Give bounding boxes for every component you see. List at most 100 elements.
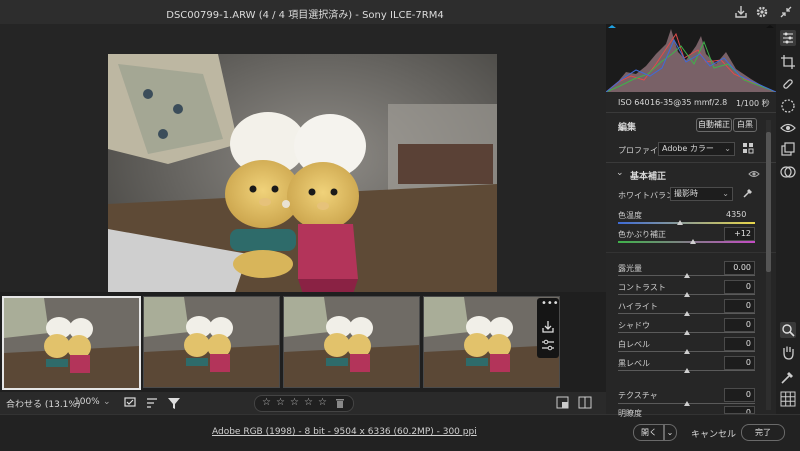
presets-icon[interactable] <box>780 164 796 180</box>
tint-slider[interactable] <box>618 241 755 243</box>
sort-icon[interactable] <box>146 396 160 410</box>
tone-slider-value[interactable]: 0 <box>724 318 755 332</box>
profile-browser-icon[interactable] <box>742 142 754 154</box>
sync-icon[interactable] <box>541 338 555 352</box>
star-1[interactable]: ☆ <box>262 397 271 408</box>
auto-button[interactable]: 自動補正 <box>696 118 732 132</box>
tone-slider-value[interactable]: 0 <box>724 356 755 370</box>
rating-bar: ☆ ☆ ☆ ☆ ☆ <box>254 395 354 412</box>
tone-slider-knob[interactable] <box>683 330 690 335</box>
divider <box>606 112 776 113</box>
star-4[interactable]: ☆ <box>304 397 313 408</box>
clarity-value[interactable]: 0 <box>724 406 755 414</box>
chevron-down-icon[interactable]: ⌄ <box>103 397 111 407</box>
tint-value[interactable]: +12 <box>724 227 755 241</box>
tone-slider-knob[interactable] <box>683 273 690 278</box>
compare-view-icon[interactable] <box>556 396 569 409</box>
visibility-eye-icon[interactable] <box>748 169 760 179</box>
cancel-button[interactable]: キャンセル <box>691 427 736 440</box>
texture-value[interactable]: 0 <box>724 388 755 402</box>
tone-slider-knob[interactable] <box>683 368 690 373</box>
edit-sliders-icon[interactable] <box>780 30 796 46</box>
trash-icon[interactable] <box>335 398 345 408</box>
star-2[interactable]: ☆ <box>276 397 285 408</box>
temperature-slider[interactable] <box>618 222 755 224</box>
shutter-value: 1/100 秒 <box>736 99 770 108</box>
edit-panel: ISO 640 16-35@35 mm f/2.8 1/100 秒 編集 自動補… <box>605 24 777 418</box>
chevron-down-icon: ⌄ <box>724 144 731 153</box>
tone-slider-value[interactable]: 0.00 <box>724 261 755 275</box>
lens-value: 16-35@35 mm <box>650 98 710 107</box>
tone-slider-value[interactable]: 0 <box>724 280 755 294</box>
gear-icon[interactable] <box>754 4 770 20</box>
chevron-down-icon[interactable]: ⌄ <box>616 168 624 178</box>
tone-slider-label: 白レベル <box>618 340 650 349</box>
chevron-down-icon: ⌄ <box>722 189 729 198</box>
title-bar: DSC00799-1.ARW (4 / 4 項目選択済み) - Sony ILC… <box>0 0 800 24</box>
star-3[interactable]: ☆ <box>290 397 299 408</box>
open-options-chevron-icon[interactable]: ⌄ <box>663 424 677 441</box>
tone-slider-label: コントラスト <box>618 283 666 292</box>
thumbnail-1[interactable] <box>2 296 141 390</box>
tone-slider-value[interactable]: 0 <box>724 337 755 351</box>
filmstrip-tools: ••• <box>537 298 559 358</box>
temperature-slider-knob[interactable] <box>676 220 683 225</box>
grid-overlay-icon[interactable] <box>780 391 796 407</box>
tone-slider-knob[interactable] <box>683 292 690 297</box>
star-5[interactable]: ☆ <box>318 397 327 408</box>
tint-slider-knob[interactable] <box>690 239 697 244</box>
snapshots-icon[interactable] <box>780 142 796 158</box>
image-canvas[interactable] <box>0 24 606 313</box>
clarity-label: 明瞭度 <box>618 409 642 418</box>
open-button[interactable]: 開く <box>633 424 665 441</box>
tone-slider-label: 露光量 <box>618 264 642 273</box>
save-icon[interactable] <box>541 320 555 334</box>
fit-zoom-label[interactable]: 合わせる (13.1%) <box>6 397 80 410</box>
tint-label: 色かぶり補正 <box>618 230 666 239</box>
workflow-options-link[interactable]: Adobe RGB (1998) - 8 bit - 9504 x 6336 (… <box>212 427 477 437</box>
healing-brush-icon[interactable] <box>780 76 796 92</box>
tone-slider-knob[interactable] <box>683 349 690 354</box>
divider <box>606 162 776 163</box>
texture-label: テクスチャ <box>618 391 658 400</box>
thumbnail-2[interactable] <box>143 296 280 388</box>
filmstrip <box>0 292 606 392</box>
filter-icon[interactable] <box>167 396 181 410</box>
profile-value: Adobe カラー <box>662 144 714 153</box>
tone-slider-label: シャドウ <box>618 321 650 330</box>
more-icon[interactable]: ••• <box>541 299 559 310</box>
crop-icon[interactable] <box>780 54 796 70</box>
bw-button[interactable]: 白黒 <box>733 118 757 132</box>
basic-section-title[interactable]: 基本補正 <box>630 169 666 182</box>
iso-value: ISO 640 <box>618 98 650 107</box>
camera-info: ISO 640 16-35@35 mm f/2.8 1/100 秒 <box>606 92 776 112</box>
tool-strip <box>776 24 800 414</box>
texture-slider-knob[interactable] <box>683 401 690 406</box>
white-balance-select[interactable]: 撮影時 ⌄ <box>670 187 733 201</box>
panel-scrollbar[interactable] <box>766 120 771 410</box>
zoom-value[interactable]: 100% <box>74 397 100 407</box>
thumbnail-3[interactable] <box>283 296 420 388</box>
tone-slider-label: ハイライト <box>618 302 658 311</box>
filter-flag-icon[interactable] <box>124 396 138 410</box>
profile-select[interactable]: Adobe カラー ⌄ <box>658 142 735 156</box>
section-title: 編集 <box>618 123 637 133</box>
bottom-toolbar: 合わせる (13.1%) 100% ⌄ ☆ ☆ ☆ ☆ ☆ <box>0 392 606 414</box>
temperature-label: 色温度 <box>618 211 642 220</box>
eyedropper-icon[interactable] <box>742 187 754 199</box>
mask-icon[interactable] <box>780 98 796 114</box>
temperature-value[interactable]: 4350 <box>726 210 746 219</box>
collapse-icon[interactable] <box>778 4 794 20</box>
split-view-icon[interactable] <box>578 396 592 409</box>
hand-icon[interactable] <box>780 344 796 360</box>
tone-slider-label: 黒レベル <box>618 359 650 368</box>
scrollbar-thumb[interactable] <box>766 132 771 272</box>
zoom-icon[interactable] <box>780 322 796 338</box>
window-title: DSC00799-1.ARW (4 / 4 項目選択済み) - Sony ILC… <box>166 10 444 21</box>
tone-slider-value[interactable]: 0 <box>724 299 755 313</box>
done-button[interactable]: 完了 <box>741 424 785 441</box>
save-icon[interactable] <box>733 4 749 20</box>
color-sampler-icon[interactable] <box>780 369 796 385</box>
tone-slider-knob[interactable] <box>683 311 690 316</box>
red-eye-icon[interactable] <box>780 120 796 136</box>
